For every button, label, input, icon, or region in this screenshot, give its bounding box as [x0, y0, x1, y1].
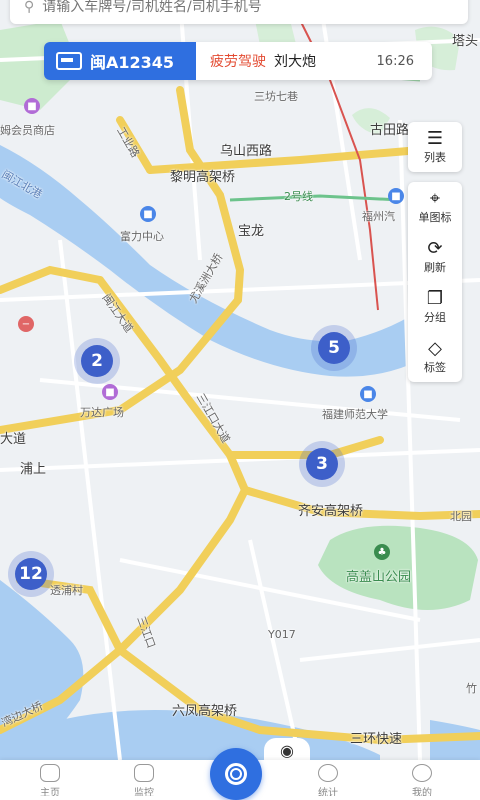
- map-label-fuzhou: 福州汽: [362, 210, 395, 223]
- nav-profile[interactable]: 我的: [392, 764, 452, 796]
- vehicle-cluster[interactable]: 2: [74, 338, 120, 384]
- map-label-liming: 黎明高架桥: [170, 170, 236, 185]
- car-icon: [56, 52, 82, 70]
- group-label: 分组: [424, 311, 446, 324]
- map-label-gaogai: 高盖山公园: [346, 570, 412, 585]
- plate-number: 闽A12345: [90, 53, 175, 72]
- search-input[interactable]: [40, 0, 445, 16]
- single-icon-button[interactable]: ⌖ 单图标: [408, 182, 462, 232]
- map-label-y017: Y017: [268, 628, 296, 641]
- map-label-wanda: 万达广场: [80, 406, 124, 419]
- group-icon: ❐: [426, 288, 444, 309]
- map-label-tashan: 塔头: [452, 34, 479, 49]
- search-bar[interactable]: ⚲: [10, 0, 468, 24]
- refresh-button[interactable]: ⟳ 刷新: [408, 232, 462, 282]
- refresh-label: 刷新: [424, 261, 446, 274]
- map-label-wushan: 乌山西路: [220, 144, 273, 159]
- map-label-zhu: 竹: [466, 682, 477, 695]
- tag-label: 标签: [424, 361, 446, 374]
- map-label-liufeng: 六凤高架桥: [172, 704, 238, 719]
- cluster-count: 2: [81, 345, 113, 377]
- list-label: 列表: [424, 151, 446, 164]
- home-icon: [40, 764, 60, 782]
- map-label-pushang: 浦上: [20, 462, 47, 477]
- vehicle-cluster[interactable]: 12: [8, 551, 54, 597]
- building-poi-icon: ■: [140, 206, 156, 222]
- map-label-tongpu: 透浦村: [50, 584, 83, 597]
- location-poi-icon: −: [18, 316, 34, 332]
- map-label-qian: 齐安高架桥: [298, 504, 364, 519]
- cluster-count: 5: [318, 332, 350, 364]
- crosshair-icon: ⌖: [429, 188, 441, 209]
- alert-status: 疲劳驾驶: [210, 54, 266, 70]
- map-label-beiyuan: 北园: [450, 510, 472, 523]
- vehicle-cluster[interactable]: 5: [311, 325, 357, 371]
- cluster-count: 3: [306, 448, 338, 480]
- stats-icon: [318, 764, 338, 782]
- map-label-route2: 2号线: [284, 190, 313, 203]
- map-label-normal-univ: 福建师范大学: [322, 408, 388, 421]
- transit-poi-icon: ■: [388, 188, 404, 204]
- locate-icon: [225, 763, 247, 785]
- driver-name: 刘大炮: [274, 54, 316, 70]
- nav-monitor[interactable]: 监控: [114, 764, 174, 796]
- cluster-count: 12: [15, 558, 47, 590]
- single-icon-label: 单图标: [418, 211, 452, 224]
- map-label-fuli: 富力中心: [120, 230, 164, 243]
- group-button[interactable]: ❐ 分组: [408, 282, 462, 332]
- list-icon: ☰: [426, 128, 444, 149]
- map-label-sanfang: 三坊七巷: [254, 90, 298, 103]
- map-label-dadao: 大道: [0, 432, 27, 447]
- vehicle-info-card[interactable]: 闽A12345 疲劳驾驶 刘大炮 16:26: [44, 42, 432, 80]
- list-button[interactable]: ☰ 列表: [408, 122, 462, 172]
- nav-home[interactable]: 主页: [20, 764, 80, 796]
- shop-poi-icon: ■: [24, 98, 40, 114]
- map-label-gutian: 古田路: [370, 123, 410, 138]
- nav-stats[interactable]: 统计: [298, 764, 358, 796]
- tag-icon: ◇: [428, 338, 442, 359]
- vehicle-cluster[interactable]: 3: [299, 441, 345, 487]
- map-label-baolong: 宝龙: [238, 224, 265, 239]
- search-icon: ⚲: [24, 0, 35, 15]
- map-label-sanhuan: 三环快速: [350, 732, 403, 747]
- alert-time: 16:26: [376, 53, 414, 69]
- tag-button[interactable]: ◇ 标签: [408, 332, 462, 382]
- refresh-icon: ⟳: [427, 238, 443, 259]
- nav-home-label: 主页: [40, 788, 60, 796]
- locate-center-button[interactable]: [210, 748, 262, 800]
- nav-stats-label: 统计: [318, 788, 338, 796]
- nav-profile-label: 我的: [412, 788, 432, 796]
- park-poi-icon: ♣: [374, 544, 390, 560]
- map-tool-panel: ⌖ 单图标 ⟳ 刷新 ❐ 分组 ◇ 标签: [408, 182, 462, 382]
- eye-icon: ◉: [280, 740, 294, 760]
- monitor-icon: [134, 764, 154, 782]
- map-label-member-store: 姆会员商店: [0, 124, 55, 137]
- visibility-toggle[interactable]: ◉: [264, 738, 310, 762]
- profile-icon: [412, 764, 432, 782]
- list-tool-panel: ☰ 列表: [408, 122, 462, 172]
- school-poi-icon: ■: [360, 386, 376, 402]
- mall-poi-icon: ■: [102, 384, 118, 400]
- nav-monitor-label: 监控: [134, 788, 154, 796]
- plate-badge: 闽A12345: [44, 42, 196, 80]
